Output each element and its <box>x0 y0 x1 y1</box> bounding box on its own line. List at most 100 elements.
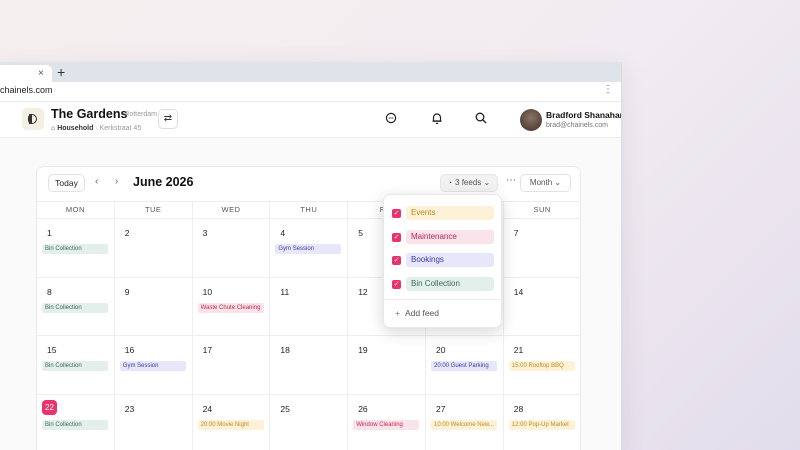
date-number: 24 <box>202 403 213 414</box>
day-cell[interactable]: 26 Window Cleaning <box>348 394 426 450</box>
event-chip[interactable]: 10:00 Welcome New... <box>430 419 497 430</box>
chat-icon[interactable] <box>385 112 397 127</box>
feed-checkbox[interactable]: ✓ <box>392 280 401 289</box>
day-cell[interactable]: 27 10:00 Welcome New... <box>426 394 504 450</box>
month-title: June 2026 <box>133 175 194 189</box>
tab-bar: × + <box>0 62 621 82</box>
event-chip[interactable]: Bin Collection <box>42 419 108 430</box>
address-bar[interactable]: chainels.com ⋮ <box>0 82 621 102</box>
feeds-label: 3 feeds ⌄ <box>455 178 491 187</box>
today-button[interactable]: Today <box>48 174 85 192</box>
date-number: 5 <box>358 228 363 238</box>
day-cell[interactable]: 2 <box>115 219 193 277</box>
date-number: 25 <box>280 403 290 414</box>
day-cell[interactable]: 1 Bin Collection <box>37 219 115 277</box>
day-cell[interactable]: 28 12:00 Pop-Up Market <box>504 395 580 450</box>
day-cell[interactable]: 24 20:00 Movie Night <box>193 394 271 450</box>
url-text[interactable]: chainels.com <box>0 85 53 95</box>
day-cell[interactable]: 9 <box>115 277 193 335</box>
next-month-icon[interactable]: › <box>115 176 118 188</box>
date-number: 20 <box>435 345 446 355</box>
feed-checkbox[interactable]: ✓ <box>392 233 401 242</box>
feed-label: Events <box>406 206 494 220</box>
date-number: 9 <box>124 286 130 297</box>
add-feed-button[interactable]: + Add feed <box>395 308 439 318</box>
date-number: 12 <box>358 286 368 297</box>
switch-community-button[interactable]: ⇄ <box>158 109 178 129</box>
date-number: 7 <box>513 228 519 238</box>
day-cell[interactable]: 10 Waste Chute Cleaning <box>193 277 271 335</box>
user-avatar[interactable] <box>520 109 542 131</box>
app-header: The Gardens · Rotterdam ⌂ Household · Ke… <box>0 102 621 138</box>
date-number: 1 <box>47 228 52 238</box>
date-number: 11 <box>280 286 290 297</box>
household-info: ⌂ Household · Kerkstraat 45 <box>51 125 141 132</box>
feed-label: Maintenance <box>406 230 494 244</box>
weekday-label: WED <box>193 202 271 218</box>
day-cell[interactable]: 15 Bin Collection <box>37 336 115 394</box>
day-cell[interactable]: 8 Bin Collection <box>37 277 115 335</box>
day-cell[interactable]: 20 20:00 Guest Parking <box>426 336 504 394</box>
event-chip[interactable]: 20:00 Guest Parking <box>430 361 497 371</box>
day-cell[interactable]: 14 <box>504 278 580 336</box>
day-cell[interactable]: 22 Bin Collection <box>37 394 115 450</box>
user-name[interactable]: Bradford Shanahan <box>546 110 621 120</box>
day-cell[interactable]: 3 <box>193 219 271 277</box>
day-cell[interactable]: 18 <box>270 336 349 394</box>
feed-label: Bookings <box>406 253 494 267</box>
weekday-label: SUN <box>504 202 580 218</box>
weekday-label: THU <box>270 202 349 218</box>
rss-icon: ◔ <box>447 180 453 187</box>
day-cell[interactable]: 17 <box>193 336 271 394</box>
event-chip[interactable]: Bin Collection <box>42 302 108 313</box>
feeds-button[interactable]: ◔ 3 feeds ⌄ <box>440 174 498 192</box>
date-number: 26 <box>358 403 368 414</box>
day-cell[interactable]: 21 15:00 Rooftop BBQ <box>504 336 580 394</box>
feed-checkbox[interactable]: ✓ <box>392 256 401 265</box>
browser-menu-icon[interactable]: ⋮ <box>603 84 613 95</box>
day-cell[interactable]: 4 Gym Session <box>270 219 349 277</box>
more-options-icon[interactable]: ⋯ <box>506 175 516 186</box>
event-chip[interactable]: 20:00 Movie Night <box>197 419 264 430</box>
event-chip[interactable]: Waste Chute Cleaning <box>197 302 264 313</box>
close-tab-icon[interactable]: × <box>38 68 44 80</box>
community-city: · Rotterdam <box>120 111 157 118</box>
plus-icon: + <box>395 308 400 318</box>
bell-icon[interactable] <box>431 112 443 128</box>
event-chip[interactable]: Window Cleaning <box>353 419 420 430</box>
day-cell[interactable]: 11 <box>270 277 349 335</box>
event-chip[interactable]: Gym Session <box>119 361 186 371</box>
date-number: 16 <box>124 345 135 355</box>
today-date-number: 22 <box>42 399 57 415</box>
event-chip[interactable]: 12:00 Pop-Up Market <box>508 419 575 430</box>
date-number: 27 <box>435 403 446 414</box>
date-number: 15 <box>47 345 57 355</box>
browser-window: × + chainels.com ⋮ The Gardens · Rotterd… <box>0 62 622 450</box>
day-cell[interactable]: 7 <box>504 219 580 277</box>
community-title: The Gardens <box>51 107 128 121</box>
divider <box>384 299 503 300</box>
date-number: 21 <box>513 345 524 355</box>
search-icon[interactable] <box>475 112 487 127</box>
new-tab-button[interactable]: + <box>57 64 65 80</box>
day-cell[interactable]: 16 Gym Session <box>115 336 193 394</box>
community-logo <box>22 108 44 130</box>
day-cell[interactable]: 25 <box>270 394 349 450</box>
date-number: 18 <box>280 345 290 355</box>
day-cell[interactable]: 19 <box>348 336 426 394</box>
date-number: 23 <box>124 403 135 414</box>
date-number: 2 <box>124 228 130 238</box>
date-number: 3 <box>202 228 208 238</box>
event-chip[interactable]: Bin Collection <box>42 361 108 371</box>
home-icon: ⌂ <box>51 125 56 132</box>
view-select[interactable]: Month ⌄ <box>520 174 571 192</box>
event-chip[interactable]: Gym Session <box>275 244 342 254</box>
event-chip[interactable]: 15:00 Rooftop BBQ <box>508 361 575 371</box>
prev-month-icon[interactable]: ‹ <box>95 176 98 188</box>
day-cell[interactable]: 23 <box>115 394 193 450</box>
browser-tab[interactable]: × <box>0 65 52 82</box>
switch-icon: ⇄ <box>163 113 173 124</box>
feed-checkbox[interactable]: ✓ <box>392 209 401 218</box>
event-chip[interactable]: Bin Collection <box>42 244 108 254</box>
date-number: 8 <box>47 286 52 297</box>
